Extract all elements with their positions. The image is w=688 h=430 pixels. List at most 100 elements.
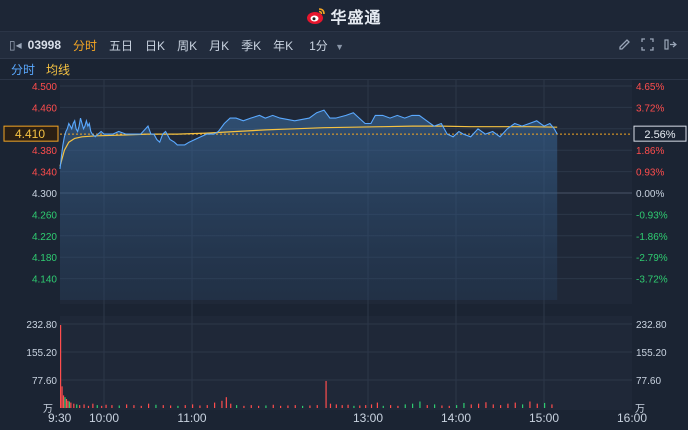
volume-bar <box>265 405 267 408</box>
tab-quarterly-k[interactable]: 季K <box>241 37 261 54</box>
tab-timeshare[interactable]: 分时 <box>73 37 97 54</box>
volume-tick-label-right: 155.20 <box>636 348 667 359</box>
volume-tick-label: 77.60 <box>32 376 57 387</box>
chevron-down-icon: ▼ <box>335 41 345 52</box>
volume-bar <box>419 401 421 408</box>
tab-yearly-k[interactable]: 年K <box>273 37 293 54</box>
volume-bar <box>148 403 150 408</box>
volume-bar <box>61 386 63 408</box>
volume-bar <box>287 405 289 408</box>
volume-bar <box>243 405 245 408</box>
percent-tick-label: -1.86% <box>636 232 668 243</box>
percent-tick-label: -3.72% <box>636 275 668 286</box>
volume-bar <box>68 401 70 408</box>
price-area-fill <box>60 110 558 300</box>
volume-bar <box>65 398 68 408</box>
collapse-panel-icon[interactable]: ▯◂ <box>9 38 22 52</box>
panel-toggle-icon[interactable] <box>663 37 678 52</box>
tab-five-day[interactable]: 五日 <box>109 37 133 54</box>
price-tick-label: 4.260 <box>32 210 57 221</box>
time-tick-label: 10:00 <box>89 411 119 425</box>
volume-bar <box>111 405 113 408</box>
volume-bar <box>60 325 62 408</box>
percent-tick-label: -2.79% <box>636 253 668 264</box>
volume-bar <box>70 402 72 408</box>
volume-bar <box>456 405 458 408</box>
volume-bar <box>118 405 120 408</box>
volume-bar <box>316 405 318 408</box>
price-tick-label: 4.180 <box>32 253 57 264</box>
toolbar-tools <box>617 37 678 52</box>
volume-bar <box>500 405 502 408</box>
price-tick-label: 4.460 <box>32 103 57 114</box>
volume-bar <box>412 403 414 408</box>
legend-average[interactable]: 均线 <box>46 61 70 78</box>
time-tick-label: 11:00 <box>177 411 206 425</box>
volume-bar <box>507 403 509 408</box>
volume-bar <box>448 405 450 408</box>
tab-daily-k[interactable]: 日K <box>145 37 165 54</box>
volume-bar <box>126 404 128 408</box>
volume-bar <box>382 405 384 408</box>
volume-bar <box>390 405 392 408</box>
weibo-logo-icon <box>307 7 326 24</box>
volume-bar <box>96 405 98 408</box>
volume-bar <box>230 403 232 408</box>
volume-bar <box>359 405 361 408</box>
volume-bar <box>347 404 349 408</box>
fullscreen-icon[interactable] <box>640 37 655 52</box>
time-tick-label: 15:00 <box>529 411 559 425</box>
volume-bar <box>544 402 546 408</box>
volume-bar <box>83 404 85 408</box>
current-price-label: 4.410 <box>15 127 45 141</box>
volume-bar <box>101 405 103 408</box>
tab-weekly-k[interactable]: 周K <box>177 37 197 54</box>
volume-bar <box>335 404 337 408</box>
percent-tick-label: 3.72% <box>636 103 664 114</box>
volume-tick-label: 232.80 <box>26 320 57 331</box>
volume-tick-label: 155.20 <box>26 348 57 359</box>
indicator-tabs: 分时 均线 <box>0 59 688 80</box>
price-tick-label: 4.300 <box>32 189 57 200</box>
volume-bar <box>236 405 238 408</box>
volume-bar <box>365 405 367 408</box>
price-chart: 4.5004.65%4.4603.72%4.4202.79%4.3801.86%… <box>3 80 687 425</box>
volume-bar <box>329 403 332 408</box>
volume-bar <box>441 405 443 408</box>
volume-panel-bg <box>60 316 632 410</box>
volume-bar <box>294 405 296 408</box>
percent-tick-label: 0.00% <box>636 189 664 200</box>
brand-name: 华盛通 <box>330 9 382 27</box>
minute-interval-dropdown[interactable]: 1分 ▼ <box>309 37 344 54</box>
volume-bar <box>272 404 274 408</box>
volume-bar <box>250 405 252 408</box>
volume-bar <box>302 405 304 408</box>
volume-bar <box>470 404 472 408</box>
volume-bar <box>155 404 157 408</box>
percent-tick-label: -0.93% <box>636 210 668 221</box>
volume-bar <box>62 395 65 408</box>
volume-bar <box>522 404 524 408</box>
volume-bar <box>67 400 69 408</box>
volume-tick-label-right: 232.80 <box>636 320 667 331</box>
volume-bar <box>341 405 343 408</box>
volume-bar <box>280 405 282 408</box>
volume-bar <box>140 405 142 408</box>
tab-monthly-k[interactable]: 月K <box>209 37 229 54</box>
percent-tick-label: 0.93% <box>636 168 664 179</box>
volume-bar <box>376 402 378 408</box>
volume-bar <box>76 404 78 408</box>
legend-minute[interactable]: 分时 <box>11 61 35 78</box>
top-bar: 华盛通 <box>0 0 688 32</box>
pencil-icon[interactable] <box>617 37 632 52</box>
volume-bar <box>221 400 223 408</box>
volume-bar <box>199 405 201 408</box>
volume-bar <box>551 404 553 408</box>
volume-bar <box>92 403 94 408</box>
volume-bar <box>258 405 260 408</box>
stock-code: 03998 <box>27 38 62 52</box>
volume-bar <box>79 405 81 408</box>
volume-bar <box>225 397 227 408</box>
volume-bar <box>133 405 135 408</box>
volume-bar <box>463 402 465 408</box>
